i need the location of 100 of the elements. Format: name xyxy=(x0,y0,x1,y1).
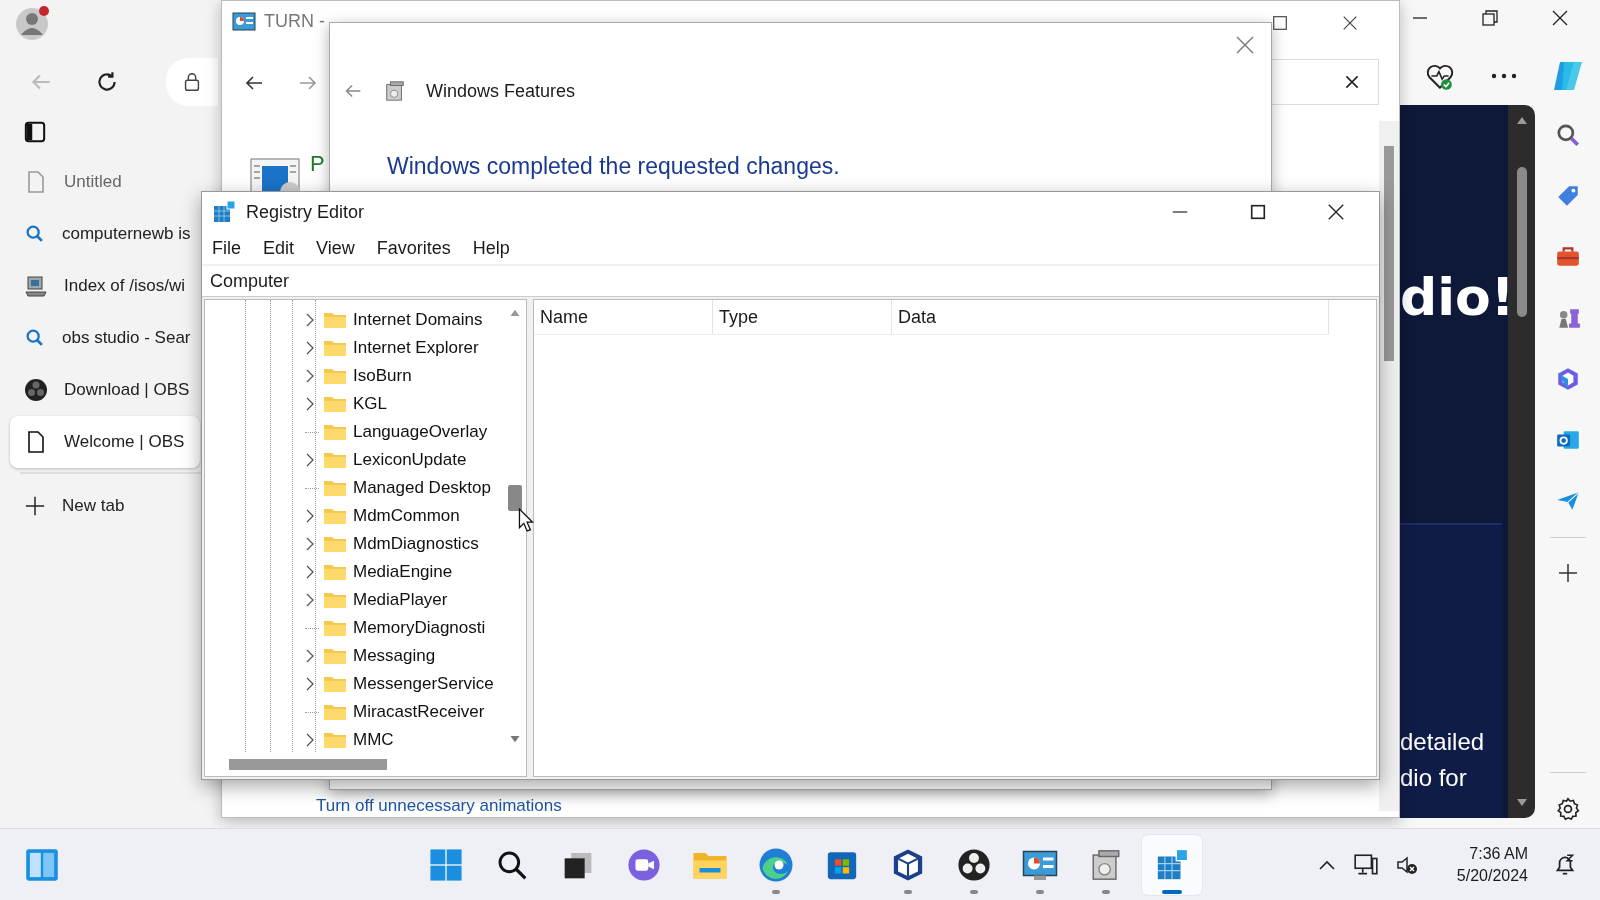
folder-icon xyxy=(323,675,347,693)
scrollbar-thumb[interactable] xyxy=(229,759,387,770)
new-tab-button[interactable]: New tab xyxy=(10,480,200,532)
address-bar[interactable] xyxy=(166,58,218,106)
column-header[interactable]: Type xyxy=(713,300,892,334)
tree-item[interactable]: Internet Explorer xyxy=(305,334,494,362)
folder-icon xyxy=(323,311,347,329)
browser-tab[interactable]: Index of /isos/wi xyxy=(10,260,200,312)
plus-icon[interactable] xyxy=(1556,561,1580,585)
health-icon[interactable] xyxy=(1425,62,1455,92)
folder-icon xyxy=(323,647,347,665)
scroll-up-icon[interactable] xyxy=(1514,115,1529,125)
folder-icon xyxy=(323,535,347,553)
body-text: detailed xyxy=(1400,728,1486,756)
widgets-icon xyxy=(25,848,59,882)
close-icon[interactable] xyxy=(1341,14,1359,32)
tree-item[interactable]: MemoryDiagnosti xyxy=(305,614,494,642)
close-icon[interactable] xyxy=(1327,203,1345,221)
folder-icon xyxy=(323,563,347,581)
menu-item[interactable]: Favorites xyxy=(365,237,462,259)
tree-item[interactable]: MediaPlayer xyxy=(305,586,494,614)
cubes-icon xyxy=(1155,848,1189,882)
browser-icon xyxy=(758,847,794,883)
folder-icon xyxy=(323,507,347,525)
restore-icon[interactable] xyxy=(1480,8,1500,28)
menu-item[interactable]: File xyxy=(212,237,252,259)
maximize-icon[interactable] xyxy=(1249,203,1267,221)
clock[interactable]: 7:36 AM 5/20/2024 xyxy=(1456,845,1528,885)
chevron-icon[interactable] xyxy=(305,369,315,383)
package-icon xyxy=(384,80,406,102)
folder-icon xyxy=(323,395,347,413)
menu-item[interactable]: View xyxy=(305,237,366,259)
tree-item[interactable]: MediaEngine xyxy=(305,558,494,586)
tree-item[interactable]: MdmCommon xyxy=(305,502,494,530)
computer-icon xyxy=(24,274,48,298)
chevron-icon[interactable] xyxy=(305,733,315,747)
tree-item[interactable]: Managed Desktop xyxy=(305,474,494,502)
chevron-icon[interactable] xyxy=(305,593,315,607)
folder-icon xyxy=(323,479,347,497)
folder-icon xyxy=(323,731,347,749)
browser-tab[interactable]: Untitled xyxy=(10,156,200,208)
chevron-icon[interactable] xyxy=(305,537,315,551)
chevron-icon[interactable] xyxy=(305,649,315,663)
disc-icon xyxy=(24,378,48,402)
office-icon[interactable] xyxy=(1555,366,1581,392)
chevron-icon[interactable] xyxy=(305,453,315,467)
tree-item[interactable]: MMC xyxy=(305,726,494,754)
address-bar[interactable]: Computer xyxy=(202,266,1379,297)
folder-icon xyxy=(323,451,347,469)
clear-icon[interactable] xyxy=(1344,74,1360,90)
tree-item[interactable]: MdmDiagnostics xyxy=(305,530,494,558)
dialog-title: Windows Features xyxy=(426,80,576,102)
chevron-icon[interactable] xyxy=(305,565,315,579)
windows-logo-icon xyxy=(429,848,463,882)
avatar-icon[interactable] xyxy=(15,5,51,41)
tree-item[interactable]: MiracastReceiver xyxy=(305,698,494,726)
browser-tab[interactable]: Download | OBS xyxy=(10,364,200,416)
maximize-icon[interactable] xyxy=(1271,14,1289,32)
search-icon[interactable] xyxy=(1555,122,1581,148)
category-title[interactable]: P xyxy=(310,151,325,177)
chevron-icon[interactable] xyxy=(305,341,315,355)
video-chat-icon xyxy=(627,848,661,882)
folder-icon xyxy=(323,619,347,637)
browser-tab[interactable]: computernewb is xyxy=(10,208,200,260)
tree-item[interactable]: MessengerService xyxy=(305,670,494,698)
scroll-down-icon[interactable] xyxy=(509,735,521,744)
menu-item[interactable]: Help xyxy=(461,237,521,259)
settings-icon[interactable] xyxy=(1555,796,1581,822)
tree-item[interactable]: KGL xyxy=(305,390,494,418)
scroll-up-icon[interactable] xyxy=(509,308,521,317)
browser-tab[interactable]: obs studio - Sear xyxy=(10,312,200,364)
chevron-icon[interactable] xyxy=(305,509,315,523)
tree-item[interactable]: IsoBurn xyxy=(305,362,494,390)
folder-icon xyxy=(323,367,347,385)
menu-item[interactable]: Edit xyxy=(252,237,306,259)
scrollbar-thumb[interactable] xyxy=(1384,146,1394,361)
scrollbar-thumb[interactable] xyxy=(1516,167,1527,317)
chevron-icon[interactable] xyxy=(305,397,315,411)
plus-icon xyxy=(24,495,46,517)
tree-item[interactable]: LanguageOverlay xyxy=(305,418,494,446)
tree-item[interactable]: Messaging xyxy=(305,642,494,670)
chevron-icon[interactable] xyxy=(305,677,315,691)
folder-icon xyxy=(323,423,347,441)
scrollbar-thumb[interactable] xyxy=(508,485,522,511)
tree-item[interactable]: LexiconUpdate xyxy=(305,446,494,474)
cube-icon xyxy=(891,848,925,882)
body-text: dio for xyxy=(1400,764,1468,792)
column-header[interactable]: Data xyxy=(892,300,1329,334)
scroll-down-icon[interactable] xyxy=(1514,798,1529,808)
column-header[interactable]: Name xyxy=(534,300,713,334)
date-text: 5/20/2024 xyxy=(1456,867,1528,885)
tree-item[interactable]: Internet Domains xyxy=(305,306,494,334)
control-panel-icon xyxy=(232,11,256,32)
task-link[interactable]: Turn off unnecessary animations xyxy=(316,796,562,816)
tab-panel-icon[interactable] xyxy=(24,121,46,143)
disc-icon xyxy=(957,848,991,882)
close-icon[interactable] xyxy=(1550,8,1570,28)
search-icon xyxy=(496,849,528,881)
browser-tab[interactable]: Welcome | OBS xyxy=(10,416,200,468)
chevron-icon[interactable] xyxy=(305,313,315,327)
